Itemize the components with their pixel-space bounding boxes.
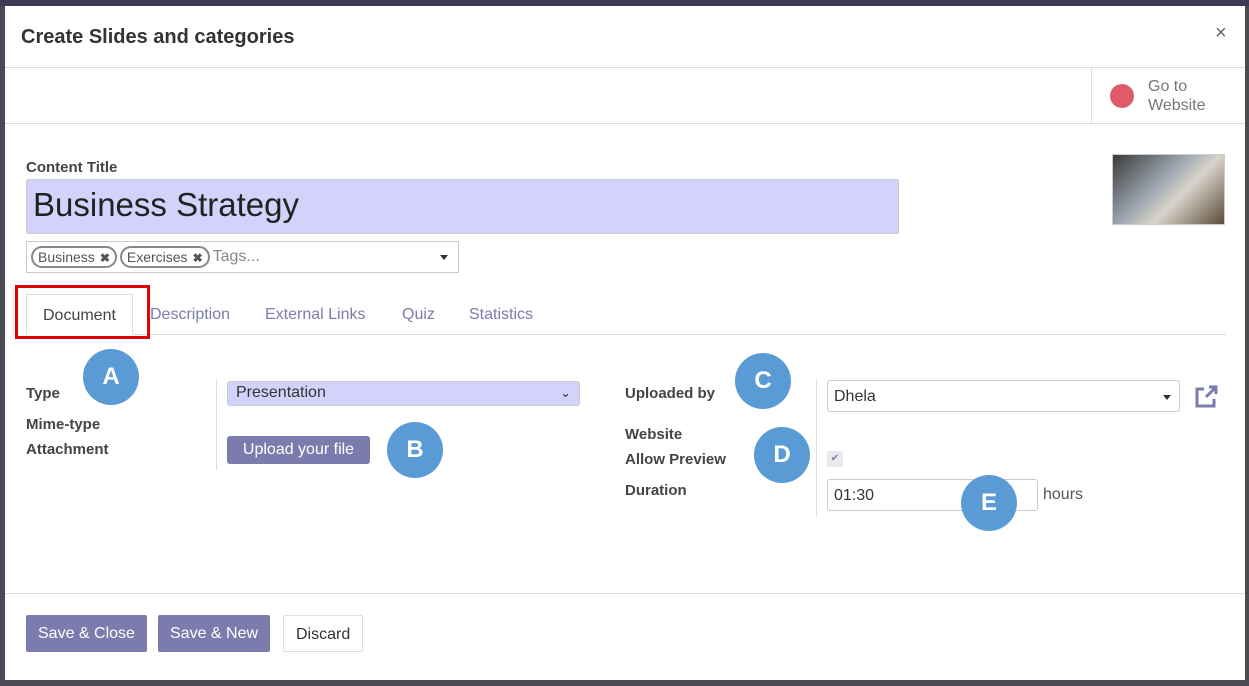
remove-tag-icon[interactable]: ✖ <box>100 251 110 265</box>
tab-statistics[interactable]: Statistics <box>469 294 533 335</box>
annotation-c: C <box>735 353 791 409</box>
discard-button[interactable]: Discard <box>283 615 364 652</box>
type-label: Type <box>26 385 60 402</box>
duration-label: Duration <box>625 482 687 499</box>
type-select[interactable]: Presentation ⌄ <box>227 381 580 406</box>
go-to-label-2: Website <box>1148 97 1206 114</box>
globe-icon <box>1110 84 1134 108</box>
remove-tag-icon[interactable]: ✖ <box>193 251 203 265</box>
tab-description[interactable]: Description <box>150 294 230 335</box>
tab-external-links[interactable]: External Links <box>265 294 366 335</box>
caret-down-icon[interactable] <box>440 255 448 260</box>
uploaded-by-select[interactable]: Dhela <box>827 380 1180 412</box>
caret-down-icon <box>1163 395 1171 400</box>
tags-input[interactable]: Business ✖ Exercises ✖ Tags... <box>26 241 459 273</box>
go-to-label-1: Go to <box>1148 78 1188 95</box>
tab-quiz[interactable]: Quiz <box>402 294 435 335</box>
allow-preview-checkbox[interactable]: ✔ <box>827 451 843 467</box>
close-button[interactable]: × <box>1215 22 1227 45</box>
save-close-button[interactable]: Save & Close <box>26 615 147 652</box>
form-tabs: Document Description External Links Quiz… <box>26 294 1226 335</box>
tag-label: Business <box>38 249 95 265</box>
divider <box>5 593 1245 594</box>
create-slide-dialog: Create Slides and categories × Go to Webs… <box>5 6 1245 680</box>
go-to-website-button[interactable]: Go to Website <box>1091 68 1245 124</box>
type-value: Presentation <box>236 384 326 401</box>
divider <box>5 123 1245 124</box>
mimetype-label: Mime-type <box>26 416 101 433</box>
highlight-box <box>15 285 150 339</box>
tag-badge: Exercises ✖ <box>119 246 210 268</box>
tag-badge: Business ✖ <box>31 246 117 268</box>
slide-thumbnail[interactable] <box>1112 154 1225 225</box>
content-title-label: Content Title <box>26 159 118 176</box>
content-title-input[interactable]: Business Strategy <box>26 179 899 234</box>
annotation-b: B <box>387 422 443 478</box>
annotation-d: D <box>754 427 810 483</box>
dialog-title: Create Slides and categories <box>21 26 295 48</box>
website-label: Website <box>625 426 683 443</box>
annotation-a: A <box>83 349 139 405</box>
divider <box>216 380 217 470</box>
annotation-e: E <box>961 475 1017 531</box>
tags-placeholder: Tags... <box>212 248 260 265</box>
save-new-button[interactable]: Save & New <box>158 615 271 652</box>
divider <box>5 67 1245 68</box>
external-link-icon[interactable] <box>1193 384 1219 410</box>
upload-file-button[interactable]: Upload your file <box>227 436 370 464</box>
divider <box>816 380 817 517</box>
uploaded-by-label: Uploaded by <box>625 385 716 402</box>
duration-unit: hours <box>1043 486 1084 503</box>
allow-preview-label: Allow Preview <box>625 451 726 468</box>
attachment-label: Attachment <box>26 441 109 458</box>
uploaded-by-value: Dhela <box>834 388 876 405</box>
tag-label: Exercises <box>126 249 188 265</box>
chevron-down-icon: ⌄ <box>560 385 571 400</box>
